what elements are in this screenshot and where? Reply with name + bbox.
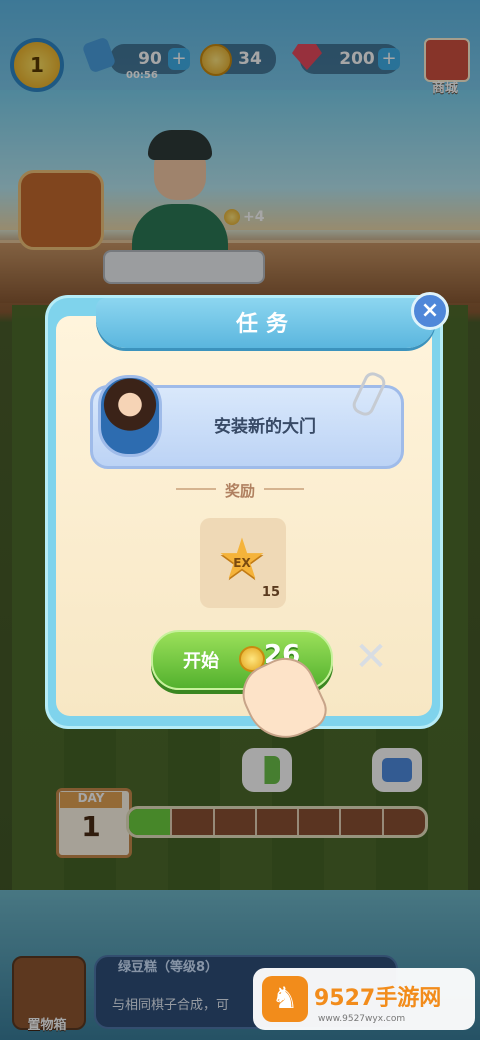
- start-button-label: 开始: [183, 651, 219, 672]
- reward-label: 奖励: [224, 482, 255, 500]
- watermark-horse-logo-icon: ♞: [262, 976, 308, 1022]
- experience-badge-label: EX: [233, 556, 251, 570]
- close-button[interactable]: ×: [411, 292, 449, 330]
- crossed-tools-icon: ✕: [354, 634, 388, 680]
- watermark-title: 9527手游网: [314, 986, 442, 1011]
- task-giver-avatar: [98, 375, 162, 457]
- watermark-url: www.9527wyx.com: [318, 1014, 406, 1024]
- task-dialog-title: 任务: [235, 312, 296, 337]
- reward-count: 15: [261, 585, 280, 600]
- task-description: 安装新的大门: [214, 417, 316, 437]
